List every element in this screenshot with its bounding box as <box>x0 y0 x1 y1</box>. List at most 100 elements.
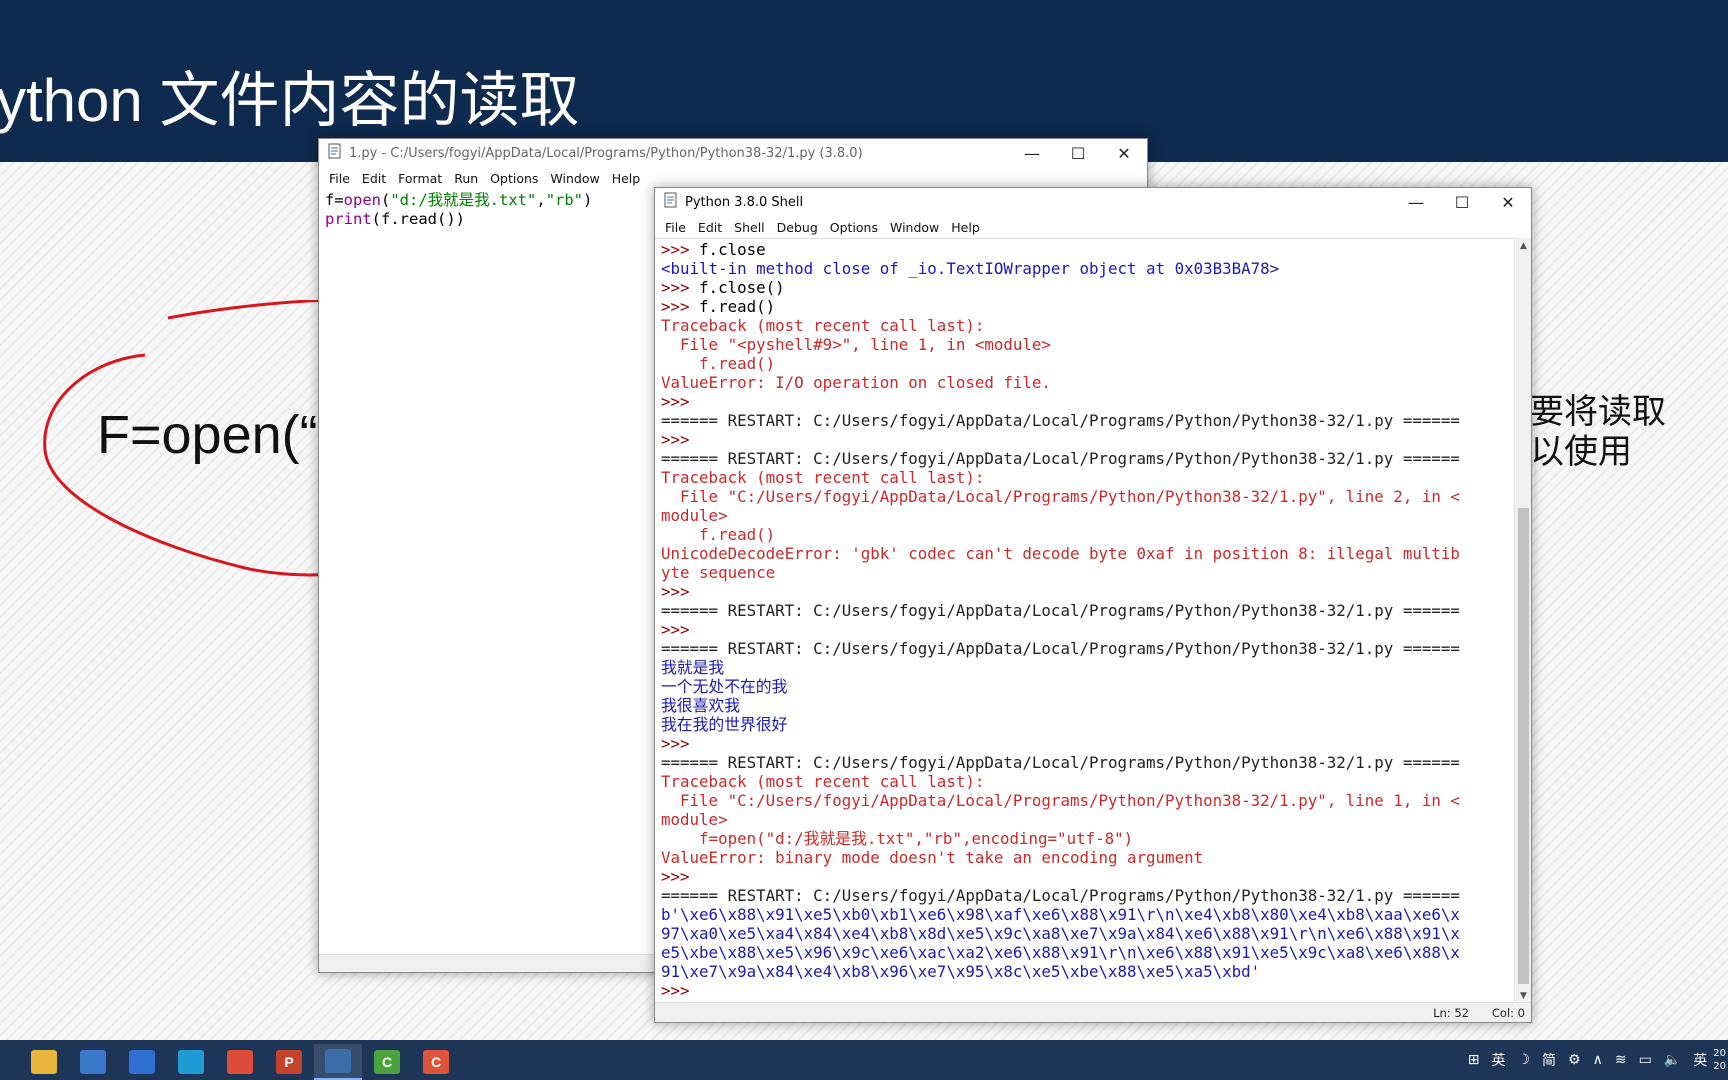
shell-menu-shell[interactable]: Shell <box>728 220 771 235</box>
chevron-up-icon[interactable]: ∧ <box>1593 1052 1603 1068</box>
editor-menu-options[interactable]: Options <box>484 171 544 186</box>
shell-menu-help[interactable]: Help <box>945 220 986 235</box>
minimize-button[interactable]: — <box>1393 188 1439 216</box>
maximize-button[interactable]: ☐ <box>1439 188 1485 216</box>
editor-menu-window[interactable]: Window <box>544 171 605 186</box>
shell-line: module> <box>661 810 1460 829</box>
shell-line-text: File "C:/Users/fogyi/AppData/Local/Progr… <box>661 791 1460 810</box>
taskbar-app-mail[interactable] <box>118 1044 166 1080</box>
shell-menubar: File Edit Shell Debug Options Window Help <box>655 216 1531 238</box>
shell-menu-edit[interactable]: Edit <box>692 220 728 235</box>
shell-line-text: Traceback (most recent call last): <box>661 316 985 335</box>
shell-line-text: UnicodeDecodeError: 'gbk' codec can't de… <box>661 544 1460 563</box>
code-token: f= <box>325 191 344 209</box>
shell-line: >>> f.read() <box>661 297 1460 316</box>
shell-line: >>> <box>661 734 1460 753</box>
wifi-icon[interactable]: ≋ <box>1615 1052 1627 1068</box>
shell-line: File "C:/Users/fogyi/AppData/Local/Progr… <box>661 791 1460 810</box>
shell-line: 一个无处不在的我 <box>661 677 1460 696</box>
taskbar-app-python-idle[interactable] <box>314 1044 362 1080</box>
mail-icon <box>129 1050 155 1074</box>
shell-vertical-scrollbar[interactable]: ▲ ▼ <box>1514 238 1531 1004</box>
powerpoint-icon: P <box>276 1050 302 1074</box>
shell-line: ====== RESTART: C:/Users/fogyi/AppData/L… <box>661 639 1460 658</box>
battery-icon[interactable]: ▭ <box>1639 1052 1652 1068</box>
taskbar-app-chrome[interactable] <box>216 1044 264 1080</box>
shell-line-text: f.read() <box>661 354 776 373</box>
shell-menu-file[interactable]: File <box>659 220 692 235</box>
editor-menu-run[interactable]: Run <box>448 171 484 186</box>
shell-line-text: ====== RESTART: C:/Users/fogyi/AppData/L… <box>661 639 1460 658</box>
scroll-thumb[interactable] <box>1518 508 1529 984</box>
shell-line: ====== RESTART: C:/Users/fogyi/AppData/L… <box>661 601 1460 620</box>
shell-menu-options[interactable]: Options <box>824 220 884 235</box>
shell-line-text: f.close <box>699 240 766 259</box>
editor-menu-format[interactable]: Format <box>392 171 448 186</box>
keyboard-grid-icon[interactable]: ⊞ <box>1468 1052 1480 1068</box>
editor-code-line: f=open("d:/我就是我.txt","rb") <box>325 191 592 210</box>
shell-line-text: ValueError: I/O operation on closed file… <box>661 373 1051 392</box>
shell-menu-debug[interactable]: Debug <box>771 220 824 235</box>
store-icon <box>80 1050 106 1074</box>
moon-icon[interactable]: ☽ <box>1517 1052 1530 1068</box>
taskbar-app-camtasia-green[interactable]: C <box>363 1044 411 1080</box>
chrome-icon <box>227 1050 253 1074</box>
taskbar-app-file-explorer[interactable] <box>20 1044 68 1080</box>
simplified-mode[interactable]: 简 <box>1542 1050 1556 1070</box>
clock-line-1: 20 <box>1713 1048 1726 1059</box>
shell-line-text: 我在我的世界很好 <box>661 715 788 734</box>
shell-line-text: f.read() <box>699 297 776 316</box>
editor-menubar: File Edit Format Run Options Window Help <box>319 167 1147 189</box>
settings-gear-icon[interactable]: ⚙ <box>1568 1052 1581 1068</box>
shell-line-text: 我很喜欢我 <box>661 696 740 715</box>
ime-mode[interactable]: 英 <box>1491 1050 1505 1070</box>
shell-line: >>> <box>661 620 1460 639</box>
clock[interactable]: 20 20 <box>1713 1047 1726 1073</box>
close-button[interactable]: ✕ <box>1485 188 1531 216</box>
shell-output-area[interactable]: >>> f.close <built-in method close of _io… <box>655 238 1515 1004</box>
shell-line: f.read() <box>661 354 1460 373</box>
edge-icon <box>178 1050 204 1074</box>
minimize-button[interactable]: — <box>1009 139 1055 167</box>
slide-side-text-2: 以使用 <box>1530 432 1632 472</box>
shell-line-text: f=open("d:/我就是我.txt","rb",encoding="utf-… <box>661 829 1134 848</box>
language-indicator[interactable]: 英 <box>1693 1050 1707 1070</box>
shell-line: Traceback (most recent call last): <box>661 772 1460 791</box>
shell-line-text: 97\xa0\xe5\xa4\x84\xe4\xb8\x8d\xe5\x9c\x… <box>661 924 1460 943</box>
shell-line-text: 91\xe7\x9a\x84\xe4\xb8\x96\xe7\x95\x8c\x… <box>661 962 1261 981</box>
shell-window[interactable]: Python 3.8.0 Shell — ☐ ✕ File Edit Shell De… <box>654 187 1532 1023</box>
code-token: , <box>536 191 546 209</box>
shell-line: ====== RESTART: C:/Users/fogyi/AppData/L… <box>661 449 1460 468</box>
shell-line: f=open("d:/我就是我.txt","rb",encoding="utf-… <box>661 829 1460 848</box>
taskbar-app-edge[interactable] <box>167 1044 215 1080</box>
editor-text-area[interactable]: f=open("d:/我就是我.txt","rb") print(f.read()… <box>325 191 592 229</box>
shell-prompt: >>> <box>661 430 700 449</box>
shell-line: 97\xa0\xe5\xa4\x84\xe4\xb8\x8d\xe5\x9c\x… <box>661 924 1460 943</box>
maximize-button[interactable]: ☐ <box>1055 139 1101 167</box>
shell-line: e5\xbe\x88\xe5\x96\x9c\xe6\xac\xa2\xe6\x… <box>661 943 1460 962</box>
shell-line: 我很喜欢我 <box>661 696 1460 715</box>
shell-line-text: Traceback (most recent call last): <box>661 468 985 487</box>
shell-line-text: 我就是我 <box>661 658 725 677</box>
editor-titlebar[interactable]: 1.py - C:/Users/fogyi/AppData/Local/Prog… <box>319 139 1147 167</box>
idle-file-icon <box>327 143 343 163</box>
shell-prompt: >>> <box>661 620 700 639</box>
taskbar-app-powerpoint[interactable]: P <box>265 1044 313 1080</box>
shell-line: >>> <box>661 392 1460 411</box>
taskbar-app-store[interactable] <box>69 1044 117 1080</box>
shell-line: >>> <box>661 981 1460 1000</box>
shell-line: ====== RESTART: C:/Users/fogyi/AppData/L… <box>661 753 1460 772</box>
editor-menu-file[interactable]: File <box>323 171 356 186</box>
taskbar-app-camtasia-red[interactable]: C <box>412 1044 460 1080</box>
scroll-up-arrow-icon[interactable]: ▲ <box>1515 238 1532 254</box>
editor-menu-help[interactable]: Help <box>606 171 647 186</box>
volume-icon[interactable]: 🔈 <box>1664 1052 1681 1068</box>
shell-menu-window[interactable]: Window <box>884 220 945 235</box>
shell-line-text: File "C:/Users/fogyi/AppData/Local/Progr… <box>661 487 1460 506</box>
shell-line-text: ValueError: binary mode doesn't take an … <box>661 848 1204 867</box>
shell-titlebar[interactable]: Python 3.8.0 Shell — ☐ ✕ <box>655 188 1531 216</box>
shell-line: Traceback (most recent call last): <box>661 468 1460 487</box>
editor-menu-edit[interactable]: Edit <box>356 171 392 186</box>
shell-line: f.read() <box>661 525 1460 544</box>
close-button[interactable]: ✕ <box>1101 139 1147 167</box>
